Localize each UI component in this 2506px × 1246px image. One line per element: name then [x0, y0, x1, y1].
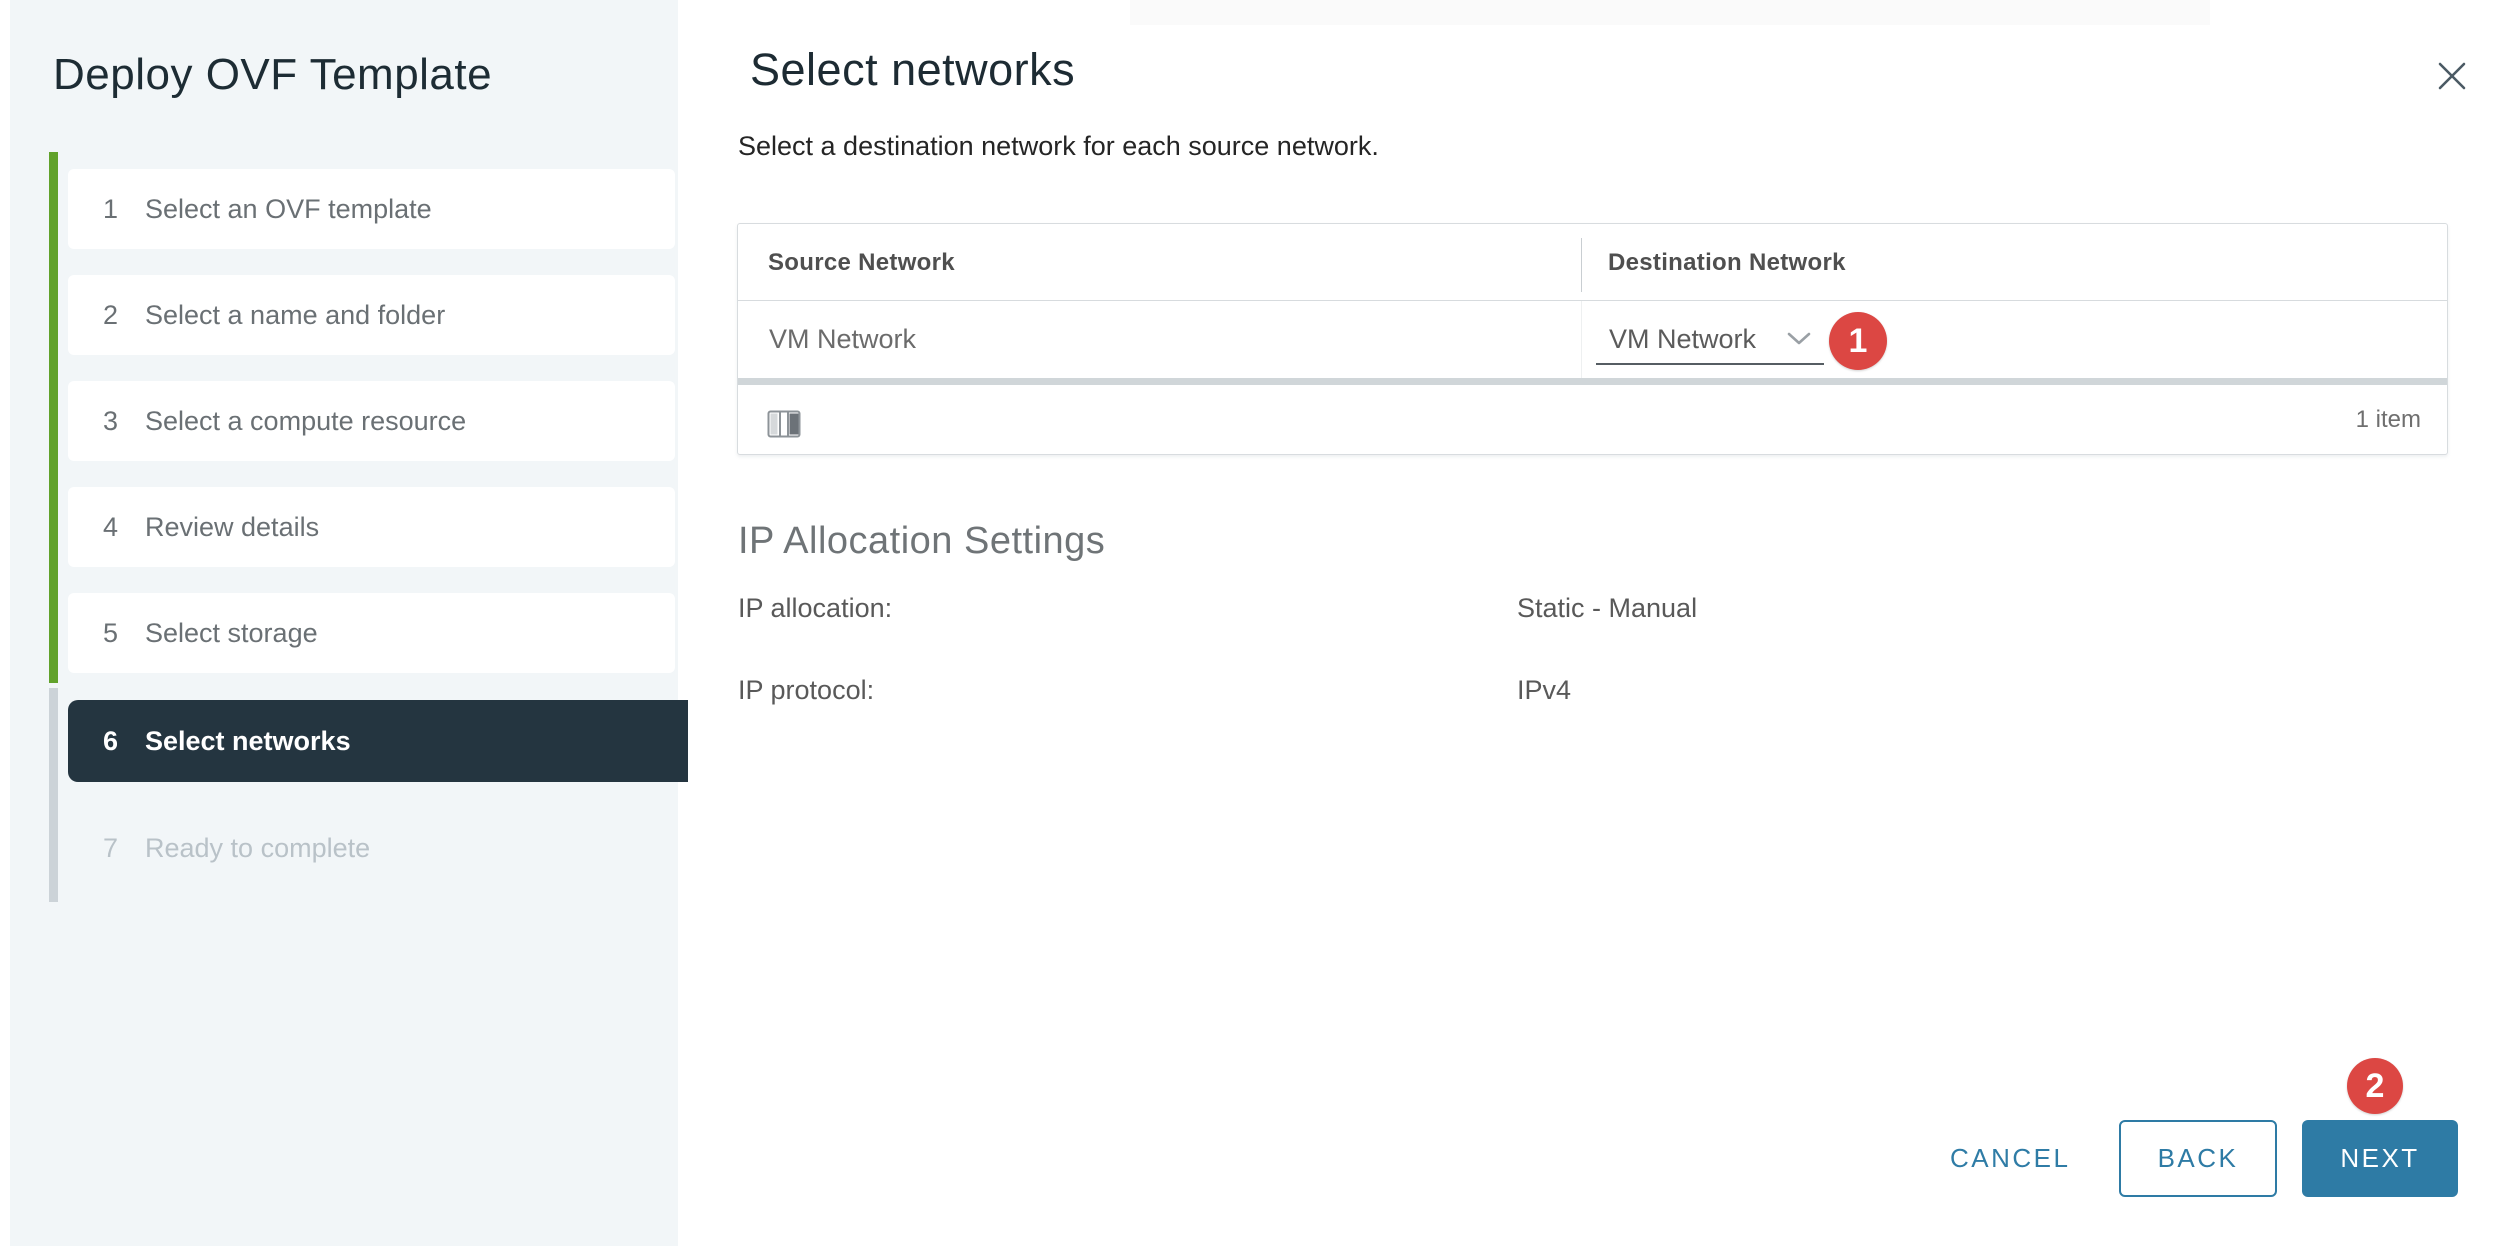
backdrop-edge: [1130, 0, 2210, 25]
deploy-ovf-wizard-dialog: Deploy OVF Template 1 Select an OVF temp…: [0, 0, 2506, 1246]
step-number: 7: [103, 833, 145, 864]
chevron-down-icon: [1787, 332, 1811, 346]
next-button[interactable]: NEXT: [2302, 1120, 2458, 1197]
table-header-row: Source Network Destination Network: [738, 224, 2447, 301]
sidebar-step-select-name-folder[interactable]: 2 Select a name and folder: [68, 275, 675, 355]
ip-protocol-value: IPv4: [1517, 675, 1571, 706]
step-label: Select a compute resource: [145, 406, 466, 437]
progress-bar-remaining: [49, 688, 58, 902]
page-subtitle: Select a destination network for each so…: [738, 130, 1379, 162]
source-network-cell: VM Network: [769, 301, 916, 378]
network-mapping-table: Source Network Destination Network VM Ne…: [737, 223, 2448, 455]
back-button[interactable]: BACK: [2119, 1120, 2277, 1197]
column-header-source-network: Source Network: [768, 224, 955, 301]
destination-network-dropdown[interactable]: VM Network: [1596, 315, 1824, 365]
dropdown-selected-value: VM Network: [1609, 324, 1756, 355]
page-title: Select networks: [750, 46, 1075, 94]
sidebar-step-select-compute-resource[interactable]: 3 Select a compute resource: [68, 381, 675, 461]
annotation-badge-1: 1: [1829, 312, 1887, 370]
annotation-badge-2: 2: [2347, 1058, 2403, 1114]
ip-allocation-settings-heading: IP Allocation Settings: [738, 520, 1105, 562]
step-number: 2: [103, 300, 145, 331]
sidebar-step-select-storage[interactable]: 5 Select storage: [68, 593, 675, 673]
cancel-button[interactable]: CANCEL: [1938, 1120, 2082, 1197]
step-label: Review details: [145, 512, 319, 543]
step-label: Select storage: [145, 618, 318, 649]
column-divider: [1581, 238, 1582, 292]
step-label: Ready to complete: [145, 833, 370, 864]
step-number: 5: [103, 618, 145, 649]
column-header-destination-network: Destination Network: [1608, 224, 1846, 301]
progress-bar-completed: [49, 152, 58, 683]
close-icon: [2437, 61, 2467, 91]
step-number: 6: [103, 726, 145, 757]
row-column-divider: [1581, 301, 1582, 378]
wizard-title: Deploy OVF Template: [53, 52, 492, 98]
table-footer-separator: [738, 378, 2447, 385]
step-label: Select a name and folder: [145, 300, 445, 331]
sidebar-step-select-ovf-template[interactable]: 1 Select an OVF template: [68, 169, 675, 249]
sidebar-step-select-networks-active[interactable]: 6 Select networks: [68, 700, 688, 782]
step-number: 4: [103, 512, 145, 543]
step-label: Select networks: [145, 726, 351, 757]
step-label: Select an OVF template: [145, 194, 432, 225]
step-number: 1: [103, 194, 145, 225]
column-toggle-icon[interactable]: [767, 410, 801, 438]
sidebar-step-review-details[interactable]: 4 Review details: [68, 487, 675, 567]
item-count-label: 1 item: [2356, 385, 2421, 455]
sidebar-step-ready-to-complete: 7 Ready to complete: [68, 808, 675, 888]
table-row: VM Network VM Network: [738, 301, 2447, 378]
ip-allocation-label: IP allocation:: [738, 593, 892, 624]
table-footer: 1 item: [738, 385, 2447, 455]
ip-protocol-label: IP protocol:: [738, 675, 874, 706]
wizard-sidebar: Deploy OVF Template 1 Select an OVF temp…: [10, 0, 678, 1246]
step-number: 3: [103, 406, 145, 437]
close-button[interactable]: [2432, 56, 2472, 96]
ip-allocation-value: Static - Manual: [1517, 593, 1697, 624]
